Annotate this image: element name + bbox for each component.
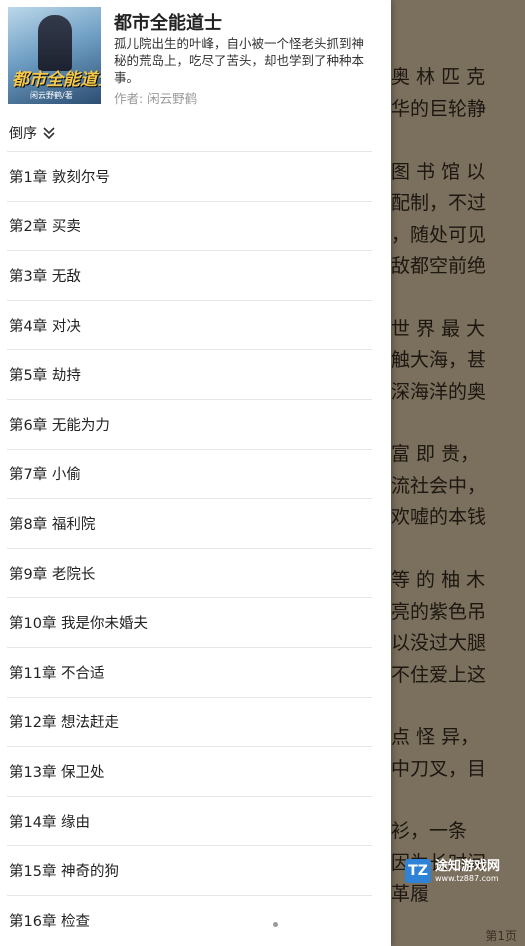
reader-line: 配制，不过: [391, 192, 487, 214]
toc-drawer: 都市全能道士 闲云野鹤/著 都市全能道士 孤儿院出生的叶峰，自小被一个怪老头抓到…: [0, 0, 391, 946]
chapter-item[interactable]: 第9章 老院长: [7, 547, 372, 598]
cover-author: 闲云野鹤/著: [30, 91, 73, 100]
chapter-item[interactable]: 第12章 想法赶走: [7, 696, 372, 747]
chapter-item[interactable]: 第4章 对决: [7, 299, 372, 350]
cover-title: 都市全能道士: [12, 70, 101, 90]
reader-line: 不住爱上这: [391, 664, 487, 686]
chapter-item[interactable]: 第3章 无敌: [7, 250, 372, 300]
book-cover[interactable]: 都市全能道士 闲云野鹤/著: [8, 7, 101, 104]
reader-line: 欢嘘的本钱: [391, 506, 487, 528]
watermark-url: www.tz887.com: [435, 873, 499, 883]
reader-line: 以没过大腿: [391, 632, 487, 654]
reader-line: 图 书 馆 以: [391, 161, 486, 183]
chapter-item[interactable]: 第2章 买卖: [7, 200, 372, 251]
chapter-list: 第1章 敦刻尔号 第2章 买卖 第3章 无敌 第4章 对决 第5章 劫持 第6章…: [0, 151, 391, 945]
reader-line: 亮的紫色吊: [391, 601, 487, 623]
watermark-logo-icon: TZ: [405, 859, 431, 883]
reader-line: 衫，一条: [391, 820, 468, 842]
cover-figure: [38, 15, 72, 71]
watermark: TZ 途知游戏网 www.tz887.com: [405, 856, 517, 886]
sort-toggle-button[interactable]: 倒序: [0, 116, 391, 150]
chapter-item[interactable]: 第5章 劫持: [7, 349, 372, 399]
double-chevron-down-icon: [43, 127, 55, 140]
reader-line: 点 怪 异，: [391, 726, 480, 748]
chapter-item[interactable]: 第14章 缘由: [7, 795, 372, 846]
chapter-item[interactable]: 第8章 福利院: [7, 498, 372, 548]
chapter-item[interactable]: 第13章 保卫处: [7, 746, 372, 796]
reader-line: 世 界 最 大: [391, 318, 486, 340]
reader-line: 触大海，甚: [391, 349, 487, 371]
page-indicator: 第1页: [485, 929, 517, 943]
book-author: 作者: 闲云野鹤: [114, 91, 198, 106]
chapter-item[interactable]: 第16章 检查: [7, 894, 372, 945]
reader-line: 奥 林 匹 克: [391, 66, 486, 88]
chapter-item[interactable]: 第6章 无能为力: [7, 398, 372, 449]
chapter-item[interactable]: 第7章 小偷: [7, 448, 372, 499]
book-header: 都市全能道士 闲云野鹤/著 都市全能道士 孤儿院出生的叶峰，自小被一个怪老头抓到…: [0, 0, 391, 110]
chapter-item[interactable]: 第10章 我是你未婚夫: [7, 597, 372, 647]
reader-line: 富 即 贵，: [391, 443, 480, 465]
scroll-indicator: [273, 922, 278, 927]
reader-line: 流社会中，: [391, 475, 487, 497]
book-title: 都市全能道士: [114, 13, 222, 34]
book-description: 孤儿院出生的叶峰，自小被一个怪老头抓到神秘的荒岛上，吃尽了苦头，却也学到了种种本…: [114, 36, 365, 85]
reader-line: 深海洋的奥: [391, 381, 487, 403]
chapter-item[interactable]: 第1章 敦刻尔号: [7, 151, 372, 201]
reader-line: ，随处可见: [391, 224, 487, 246]
chapter-item[interactable]: 第11章 不合适: [7, 646, 372, 697]
watermark-name: 途知游戏网: [435, 858, 501, 874]
reader-line: 华的巨轮静: [391, 98, 487, 120]
chapter-item[interactable]: 第15章 神奇的狗: [7, 845, 372, 895]
reader-line: 等 的 柚 木: [391, 569, 486, 591]
sort-label: 倒序: [9, 126, 37, 142]
reader-line: 中刀叉，目: [391, 758, 487, 780]
reader-line: 敌都空前绝: [391, 255, 487, 277]
